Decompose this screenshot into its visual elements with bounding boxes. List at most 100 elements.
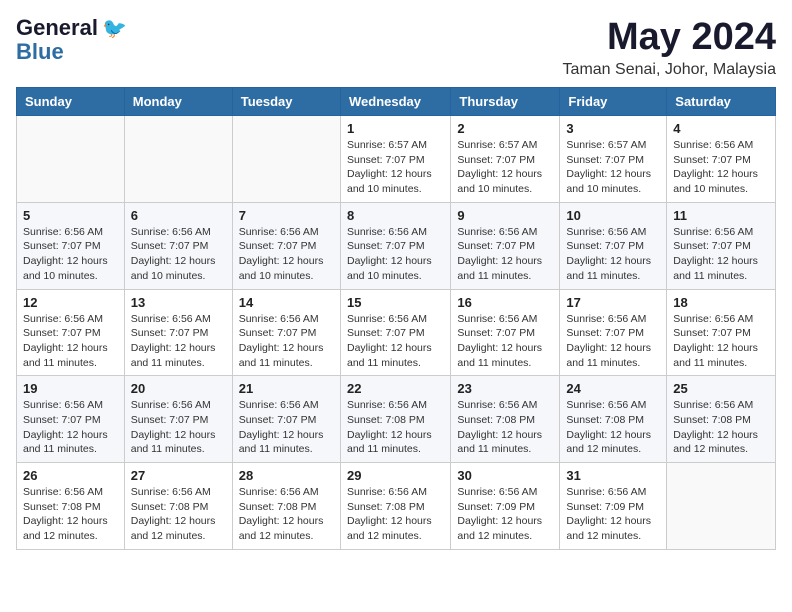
day-info-text: Sunrise: 6:56 AM Sunset: 7:08 PM Dayligh…: [347, 398, 444, 457]
day-info-text: Sunrise: 6:56 AM Sunset: 7:07 PM Dayligh…: [347, 312, 444, 371]
calendar-day-cell: 22 Sunrise: 6:56 AM Sunset: 7:08 PM Dayli…: [340, 376, 450, 463]
day-number: 9: [457, 208, 553, 223]
calendar-day-cell: 19 Sunrise: 6:56 AM Sunset: 7:07 PM Dayli…: [17, 376, 125, 463]
calendar-day-cell: 1Sunrise: 6:57 AM Sunset: 7:07 PM Daylig…: [340, 116, 450, 203]
page-header: General🐦 Blue May 2024 Taman Senai, Joho…: [16, 16, 776, 79]
day-info-text: Sunrise: 6:56 AM Sunset: 7:07 PM Dayligh…: [23, 225, 118, 284]
day-info-text: Sunrise: 6:56 AM Sunset: 7:07 PM Dayligh…: [239, 398, 334, 457]
calendar-week-row: 12 Sunrise: 6:56 AM Sunset: 7:07 PM Dayli…: [17, 289, 776, 376]
day-number: 14: [239, 295, 334, 310]
calendar-day-cell: 14 Sunrise: 6:56 AM Sunset: 7:07 PM Dayli…: [232, 289, 340, 376]
calendar-day-cell: 4 Sunrise: 6:56 AM Sunset: 7:07 PM Daylig…: [667, 116, 776, 203]
calendar-day-cell: 28 Sunrise: 6:56 AM Sunset: 7:08 PM Dayli…: [232, 463, 340, 550]
day-info-text: Sunrise: 6:56 AM Sunset: 7:08 PM Dayligh…: [23, 485, 118, 544]
day-of-week-header: Sunday: [17, 88, 125, 116]
day-info-text: Sunrise: 6:56 AM Sunset: 7:07 PM Dayligh…: [673, 312, 769, 371]
day-of-week-header: Monday: [124, 88, 232, 116]
day-info-text: Sunrise: 6:56 AM Sunset: 7:08 PM Dayligh…: [457, 398, 553, 457]
day-number: 21: [239, 381, 334, 396]
day-number: 2: [457, 121, 553, 136]
logo-general-text: General: [16, 15, 98, 40]
day-info-text: Sunrise: 6:56 AM Sunset: 7:08 PM Dayligh…: [131, 485, 226, 544]
day-info-text: Sunrise: 6:56 AM Sunset: 7:08 PM Dayligh…: [239, 485, 334, 544]
calendar-day-cell: 15 Sunrise: 6:56 AM Sunset: 7:07 PM Dayli…: [340, 289, 450, 376]
calendar-day-cell: 16Sunrise: 6:56 AM Sunset: 7:07 PM Dayli…: [451, 289, 560, 376]
day-number: 27: [131, 468, 226, 483]
day-number: 11: [673, 208, 769, 223]
day-number: 19: [23, 381, 118, 396]
day-number: 28: [239, 468, 334, 483]
day-info-text: Sunrise: 6:56 AM Sunset: 7:08 PM Dayligh…: [347, 485, 444, 544]
day-number: 3: [566, 121, 660, 136]
day-info-text: Sunrise: 6:56 AM Sunset: 7:08 PM Dayligh…: [566, 398, 660, 457]
day-number: 4: [673, 121, 769, 136]
calendar-day-cell: [667, 463, 776, 550]
calendar-day-cell: 13 Sunrise: 6:56 AM Sunset: 7:07 PM Dayli…: [124, 289, 232, 376]
calendar-day-cell: 23 Sunrise: 6:56 AM Sunset: 7:08 PM Dayli…: [451, 376, 560, 463]
calendar-header-row: SundayMondayTuesdayWednesdayThursdayFrid…: [17, 88, 776, 116]
calendar-week-row: 19 Sunrise: 6:56 AM Sunset: 7:07 PM Dayli…: [17, 376, 776, 463]
calendar-day-cell: 24 Sunrise: 6:56 AM Sunset: 7:08 PM Dayli…: [560, 376, 667, 463]
day-of-week-header: Thursday: [451, 88, 560, 116]
calendar-day-cell: 18 Sunrise: 6:56 AM Sunset: 7:07 PM Dayli…: [667, 289, 776, 376]
day-number: 12: [23, 295, 118, 310]
day-info-text: Sunrise: 6:56 AM Sunset: 7:07 PM Dayligh…: [23, 398, 118, 457]
calendar-day-cell: [17, 116, 125, 203]
day-info-text: Sunrise: 6:56 AM Sunset: 7:07 PM Dayligh…: [673, 225, 769, 284]
calendar-day-cell: 20Sunrise: 6:56 AM Sunset: 7:07 PM Dayli…: [124, 376, 232, 463]
day-number: 22: [347, 381, 444, 396]
day-number: 8: [347, 208, 444, 223]
day-number: 20: [131, 381, 226, 396]
day-info-text: Sunrise: 6:56 AM Sunset: 7:09 PM Dayligh…: [566, 485, 660, 544]
calendar-day-cell: 12Sunrise: 6:56 AM Sunset: 7:07 PM Dayli…: [17, 289, 125, 376]
calendar-week-row: 5Sunrise: 6:56 AM Sunset: 7:07 PM Daylig…: [17, 202, 776, 289]
day-info-text: Sunrise: 6:56 AM Sunset: 7:07 PM Dayligh…: [566, 225, 660, 284]
calendar-day-cell: 27 Sunrise: 6:56 AM Sunset: 7:08 PM Dayli…: [124, 463, 232, 550]
day-info-text: Sunrise: 6:56 AM Sunset: 7:07 PM Dayligh…: [239, 225, 334, 284]
day-number: 6: [131, 208, 226, 223]
calendar-day-cell: 21 Sunrise: 6:56 AM Sunset: 7:07 PM Dayli…: [232, 376, 340, 463]
day-info-text: Sunrise: 6:56 AM Sunset: 7:07 PM Dayligh…: [566, 312, 660, 371]
calendar-day-cell: 30Sunrise: 6:56 AM Sunset: 7:09 PM Dayli…: [451, 463, 560, 550]
calendar-day-cell: 5Sunrise: 6:56 AM Sunset: 7:07 PM Daylig…: [17, 202, 125, 289]
day-number: 17: [566, 295, 660, 310]
day-number: 1: [347, 121, 444, 136]
day-info-text: Sunrise: 6:56 AM Sunset: 7:07 PM Dayligh…: [673, 138, 769, 197]
day-of-week-header: Tuesday: [232, 88, 340, 116]
day-number: 25: [673, 381, 769, 396]
logo-blue-text: Blue: [16, 41, 64, 63]
logo-bird-icon: 🐦: [102, 18, 127, 40]
day-number: 29: [347, 468, 444, 483]
day-number: 24: [566, 381, 660, 396]
day-info-text: Sunrise: 6:56 AM Sunset: 7:07 PM Dayligh…: [239, 312, 334, 371]
day-number: 30: [457, 468, 553, 483]
calendar-day-cell: 7 Sunrise: 6:56 AM Sunset: 7:07 PM Daylig…: [232, 202, 340, 289]
day-info-text: Sunrise: 6:56 AM Sunset: 7:07 PM Dayligh…: [457, 312, 553, 371]
calendar-week-row: 1 Sunrise: 6:57 AM Sunset: 7:07 PM Daylig…: [17, 116, 776, 203]
day-number: 31: [566, 468, 660, 483]
day-info-text: Sunrise: 6:56 AM Sunset: 7:08 PM Dayligh…: [673, 398, 769, 457]
day-number: 10: [566, 208, 660, 223]
title-area: May 2024 Taman Senai, Johor, Malaysia: [563, 16, 776, 79]
calendar-day-cell: 17 Sunrise: 6:56 AM Sunset: 7:07 PM Dayli…: [560, 289, 667, 376]
month-year-title: May 2024: [563, 16, 776, 59]
day-info-text: Sunrise: 6:56 AM Sunset: 7:07 PM Dayligh…: [347, 225, 444, 284]
calendar-day-cell: 9 Sunrise: 6:56 AM Sunset: 7:07 PM Daylig…: [451, 202, 560, 289]
day-info-text: Sunrise: 6:57 AM Sunset: 7:07 PM Dayligh…: [457, 138, 553, 197]
calendar-day-cell: 26Sunrise: 6:56 AM Sunset: 7:08 PM Dayli…: [17, 463, 125, 550]
calendar-day-cell: [124, 116, 232, 203]
day-info-text: Sunrise: 6:56 AM Sunset: 7:07 PM Dayligh…: [457, 225, 553, 284]
day-of-week-header: Saturday: [667, 88, 776, 116]
calendar-table: SundayMondayTuesdayWednesdayThursdayFrid…: [16, 87, 776, 550]
day-number: 23: [457, 381, 553, 396]
day-info-text: Sunrise: 6:56 AM Sunset: 7:07 PM Dayligh…: [131, 312, 226, 371]
day-number: 13: [131, 295, 226, 310]
calendar-week-row: 26Sunrise: 6:56 AM Sunset: 7:08 PM Dayli…: [17, 463, 776, 550]
calendar-day-cell: 10 Sunrise: 6:56 AM Sunset: 7:07 PM Dayli…: [560, 202, 667, 289]
calendar-day-cell: 31 Sunrise: 6:56 AM Sunset: 7:09 PM Dayli…: [560, 463, 667, 550]
calendar-day-cell: 8 Sunrise: 6:56 AM Sunset: 7:07 PM Daylig…: [340, 202, 450, 289]
day-number: 15: [347, 295, 444, 310]
day-number: 18: [673, 295, 769, 310]
location-subtitle: Taman Senai, Johor, Malaysia: [563, 61, 776, 79]
day-number: 7: [239, 208, 334, 223]
